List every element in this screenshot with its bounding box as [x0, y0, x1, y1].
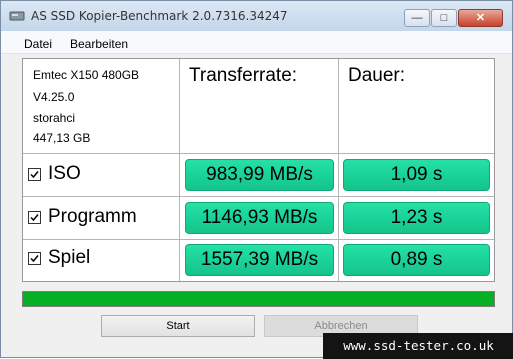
close-button[interactable]: ✕	[458, 9, 503, 27]
iso-label: ISO	[48, 163, 81, 184]
programm-checkbox[interactable]	[28, 211, 41, 224]
title-bar: AS SSD Kopier-Benchmark 2.0.7316.34247 —…	[1, 1, 512, 31]
column-divider	[179, 59, 180, 281]
iso-rate-value: 983,99 MB/s	[185, 159, 334, 191]
drive-firmware: V4.25.0	[33, 90, 75, 104]
programm-duration-value: 1,23 s	[343, 202, 490, 234]
maximize-button[interactable]: □	[431, 9, 457, 27]
checkmark-icon	[30, 255, 39, 263]
iso-duration-value: 1,09 s	[343, 159, 490, 191]
minimize-icon: —	[411, 12, 423, 24]
window-title: AS SSD Kopier-Benchmark 2.0.7316.34247	[31, 9, 288, 23]
menu-bearbeiten[interactable]: Bearbeiten	[70, 37, 128, 51]
close-icon: ✕	[475, 12, 486, 24]
benchmark-window: AS SSD Kopier-Benchmark 2.0.7316.34247 —…	[0, 0, 513, 359]
spiel-checkbox[interactable]	[28, 252, 41, 265]
minimize-button[interactable]: —	[404, 9, 430, 27]
row-divider	[23, 239, 494, 240]
spiel-duration-value: 0,89 s	[343, 244, 490, 276]
checkmark-icon	[30, 214, 39, 222]
spiel-label: Spiel	[48, 247, 91, 268]
duration-header: Dauer:	[348, 65, 406, 86]
row-divider	[23, 153, 494, 154]
menu-datei[interactable]: Datei	[24, 37, 52, 51]
drive-driver: storahci	[33, 111, 76, 125]
spiel-rate-value: 1557,39 MB/s	[185, 244, 334, 276]
programm-label: Programm	[48, 206, 137, 227]
drive-app-icon	[9, 9, 25, 23]
checkmark-icon	[30, 171, 39, 179]
iso-checkbox[interactable]	[28, 168, 41, 181]
menu-bar: Datei Bearbeiten	[1, 31, 512, 54]
programm-rate-value: 1146,93 MB/s	[185, 202, 334, 234]
column-divider	[338, 59, 339, 281]
drive-size: 447,13 GB	[33, 131, 91, 145]
results-panel: Emtec X150 480GB V4.25.0 storahci 447,13…	[22, 58, 495, 282]
row-divider	[23, 196, 494, 197]
drive-model: Emtec X150 480GB	[33, 68, 140, 82]
start-button[interactable]: Start	[101, 315, 255, 337]
maximize-icon: □	[440, 12, 448, 24]
transferrate-header: Transferrate:	[189, 65, 298, 86]
progress-bar	[22, 291, 495, 307]
watermark-text: www.ssd-tester.co.uk	[323, 333, 513, 359]
